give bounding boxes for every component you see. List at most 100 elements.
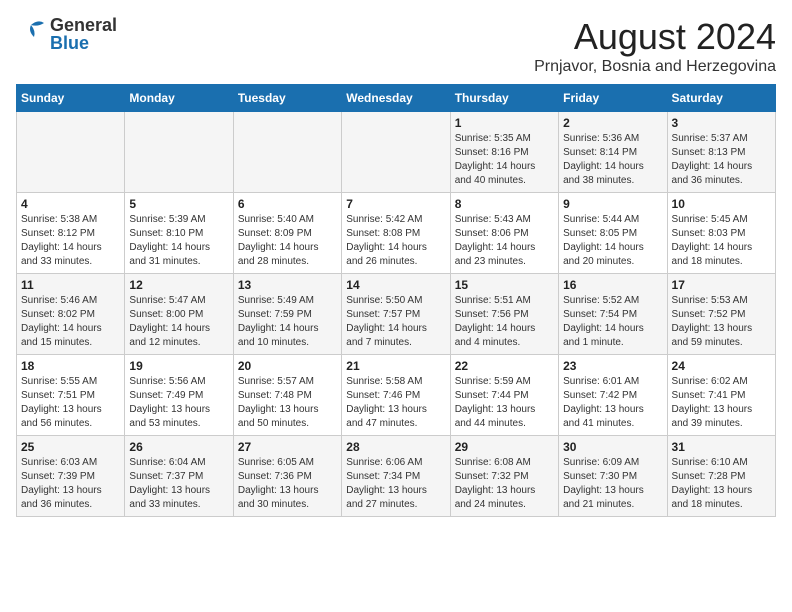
day-number: 22 [455,359,554,373]
calendar-day-cell: 10 Sunrise: 5:45 AM Sunset: 8:03 PM Dayli… [667,193,775,274]
calendar-day-cell: 24 Sunrise: 6:02 AM Sunset: 7:41 PM Dayli… [667,355,775,436]
day-info: Sunrise: 5:52 AM Sunset: 7:54 PM Dayligh… [563,294,662,350]
day-number: 3 [672,116,771,130]
day-info: Sunrise: 5:47 AM Sunset: 8:00 PM Dayligh… [129,294,228,350]
day-number: 19 [129,359,228,373]
calendar-day-cell: 29 Sunrise: 6:08 AM Sunset: 7:32 PM Dayli… [450,436,558,517]
calendar-day-cell: 4 Sunrise: 5:38 AM Sunset: 8:12 PM Daylig… [17,193,125,274]
logo-blue: Blue [50,34,117,52]
day-number: 25 [21,440,120,454]
day-info: Sunrise: 6:09 AM Sunset: 7:30 PM Dayligh… [563,456,662,512]
calendar-day-cell: 9Sunrise: 5:44 AM Sunset: 8:05 PM Daylig… [559,193,667,274]
day-info: Sunrise: 5:46 AM Sunset: 8:02 PM Dayligh… [21,294,120,350]
calendar-day-cell: 19 Sunrise: 5:56 AM Sunset: 7:49 PM Dayli… [125,355,233,436]
day-number: 26 [129,440,228,454]
calendar-week-row: 1Sunrise: 5:35 AM Sunset: 8:16 PM Daylig… [17,112,776,193]
day-number: 31 [672,440,771,454]
calendar-day-cell: 13Sunrise: 5:49 AM Sunset: 7:59 PM Dayli… [233,274,341,355]
day-info: Sunrise: 5:56 AM Sunset: 7:49 PM Dayligh… [129,375,228,431]
day-info: Sunrise: 6:05 AM Sunset: 7:36 PM Dayligh… [238,456,337,512]
calendar-week-row: 11 Sunrise: 5:46 AM Sunset: 8:02 PM Dayli… [17,274,776,355]
day-info: Sunrise: 5:37 AM Sunset: 8:13 PM Dayligh… [672,132,771,188]
day-info: Sunrise: 5:55 AM Sunset: 7:51 PM Dayligh… [21,375,120,431]
calendar-day-cell: 26 Sunrise: 6:04 AM Sunset: 7:37 PM Dayli… [125,436,233,517]
day-number: 6 [238,197,337,211]
calendar-day-cell: 21 Sunrise: 5:58 AM Sunset: 7:46 PM Dayli… [342,355,450,436]
calendar-day-cell: 8Sunrise: 5:43 AM Sunset: 8:06 PM Daylig… [450,193,558,274]
day-number: 7 [346,197,445,211]
calendar-day-cell: 18Sunrise: 5:55 AM Sunset: 7:51 PM Dayli… [17,355,125,436]
day-number: 4 [21,197,120,211]
calendar-day-cell: 12 Sunrise: 5:47 AM Sunset: 8:00 PM Dayli… [125,274,233,355]
weekday-header: Thursday [450,85,558,112]
calendar-day-cell: 6 Sunrise: 5:40 AM Sunset: 8:09 PM Daylig… [233,193,341,274]
calendar-day-cell: 23 Sunrise: 6:01 AM Sunset: 7:42 PM Dayli… [559,355,667,436]
day-number: 14 [346,278,445,292]
calendar-day-cell: 14 Sunrise: 5:50 AM Sunset: 7:57 PM Dayli… [342,274,450,355]
calendar-day-cell: 3 Sunrise: 5:37 AM Sunset: 8:13 PM Daylig… [667,112,775,193]
day-number: 28 [346,440,445,454]
day-number: 15 [455,278,554,292]
day-number: 29 [455,440,554,454]
weekday-header: Friday [559,85,667,112]
day-info: Sunrise: 6:06 AM Sunset: 7:34 PM Dayligh… [346,456,445,512]
day-info: Sunrise: 6:08 AM Sunset: 7:32 PM Dayligh… [455,456,554,512]
day-info: Sunrise: 6:03 AM Sunset: 7:39 PM Dayligh… [21,456,120,512]
day-info: Sunrise: 5:58 AM Sunset: 7:46 PM Dayligh… [346,375,445,431]
calendar-day-cell: 30 Sunrise: 6:09 AM Sunset: 7:30 PM Dayli… [559,436,667,517]
weekday-header-row: SundayMondayTuesdayWednesdayThursdayFrid… [17,85,776,112]
page-header: General Blue August 2024 Prnjavor, Bosni… [16,16,776,76]
day-number: 10 [672,197,771,211]
day-info: Sunrise: 6:04 AM Sunset: 7:37 PM Dayligh… [129,456,228,512]
day-number: 30 [563,440,662,454]
calendar-day-cell [17,112,125,193]
day-number: 12 [129,278,228,292]
logo-text: General Blue [50,16,117,52]
title-block: August 2024 Prnjavor, Bosnia and Herzego… [534,16,776,76]
weekday-header: Tuesday [233,85,341,112]
day-info: Sunrise: 5:35 AM Sunset: 8:16 PM Dayligh… [455,132,554,188]
calendar-body: 1Sunrise: 5:35 AM Sunset: 8:16 PM Daylig… [17,112,776,517]
day-info: Sunrise: 5:51 AM Sunset: 7:56 PM Dayligh… [455,294,554,350]
calendar-day-cell: 1Sunrise: 5:35 AM Sunset: 8:16 PM Daylig… [450,112,558,193]
day-number: 16 [563,278,662,292]
day-info: Sunrise: 5:59 AM Sunset: 7:44 PM Dayligh… [455,375,554,431]
calendar-day-cell [233,112,341,193]
calendar-week-row: 25 Sunrise: 6:03 AM Sunset: 7:39 PM Dayli… [17,436,776,517]
day-info: Sunrise: 6:01 AM Sunset: 7:42 PM Dayligh… [563,375,662,431]
day-number: 9 [563,197,662,211]
day-info: Sunrise: 5:40 AM Sunset: 8:09 PM Dayligh… [238,213,337,269]
logo: General Blue [16,16,117,52]
location: Prnjavor, Bosnia and Herzegovina [534,58,776,76]
day-info: Sunrise: 6:02 AM Sunset: 7:41 PM Dayligh… [672,375,771,431]
calendar-day-cell: 27 Sunrise: 6:05 AM Sunset: 7:36 PM Dayli… [233,436,341,517]
day-info: Sunrise: 5:42 AM Sunset: 8:08 PM Dayligh… [346,213,445,269]
day-number: 23 [563,359,662,373]
day-info: Sunrise: 5:38 AM Sunset: 8:12 PM Dayligh… [21,213,120,269]
calendar-day-cell: 7 Sunrise: 5:42 AM Sunset: 8:08 PM Daylig… [342,193,450,274]
calendar-day-cell: 28 Sunrise: 6:06 AM Sunset: 7:34 PM Dayli… [342,436,450,517]
day-info: Sunrise: 5:45 AM Sunset: 8:03 PM Dayligh… [672,213,771,269]
day-number: 21 [346,359,445,373]
calendar-day-cell: 16 Sunrise: 5:52 AM Sunset: 7:54 PM Dayli… [559,274,667,355]
day-number: 13 [238,278,337,292]
logo-icon [16,17,46,52]
weekday-header: Wednesday [342,85,450,112]
day-info: Sunrise: 5:39 AM Sunset: 8:10 PM Dayligh… [129,213,228,269]
day-number: 24 [672,359,771,373]
day-number: 27 [238,440,337,454]
day-number: 5 [129,197,228,211]
logo-general: General [50,16,117,34]
day-info: Sunrise: 5:50 AM Sunset: 7:57 PM Dayligh… [346,294,445,350]
day-info: Sunrise: 5:36 AM Sunset: 8:14 PM Dayligh… [563,132,662,188]
calendar-day-cell: 17Sunrise: 5:53 AM Sunset: 7:52 PM Dayli… [667,274,775,355]
calendar-week-row: 4 Sunrise: 5:38 AM Sunset: 8:12 PM Daylig… [17,193,776,274]
month-year: August 2024 [534,16,776,58]
day-number: 8 [455,197,554,211]
day-number: 20 [238,359,337,373]
day-number: 11 [21,278,120,292]
calendar-day-cell: 15 Sunrise: 5:51 AM Sunset: 7:56 PM Dayli… [450,274,558,355]
calendar-week-row: 18Sunrise: 5:55 AM Sunset: 7:51 PM Dayli… [17,355,776,436]
calendar-day-cell: 31Sunrise: 6:10 AM Sunset: 7:28 PM Dayli… [667,436,775,517]
calendar-day-cell: 20Sunrise: 5:57 AM Sunset: 7:48 PM Dayli… [233,355,341,436]
